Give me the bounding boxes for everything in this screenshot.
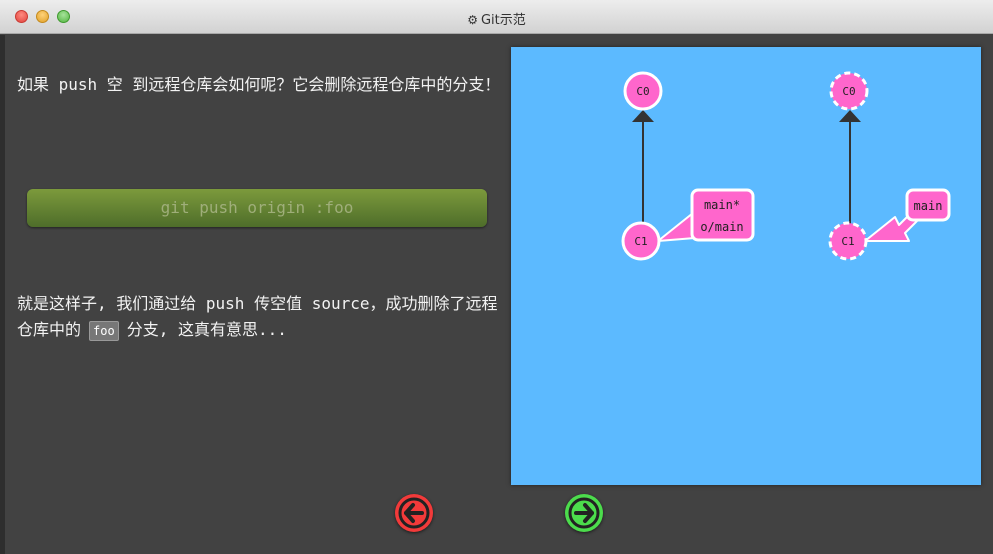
app-window: ⚙ Git示范 如果 push 空 到远程仓库会如何呢？它会删除远程仓库中的分支！… [0, 0, 993, 554]
title-bar: ⚙ Git示范 [0, 0, 993, 34]
edge-arrowhead [839, 110, 861, 122]
svg-text:C1: C1 [634, 235, 647, 248]
branch-label-remote[interactable]: main [905, 188, 951, 222]
lesson-paragraph-intro: 如果 push 空 到远程仓库会如何呢？它会删除远程仓库中的分支！ [17, 75, 501, 94]
remote-repo-graph: C0 C1 main [828, 71, 951, 261]
inline-code-branch: foo [89, 321, 119, 341]
forward-button[interactable] [565, 494, 603, 532]
lesson-paragraph-result: 就是这样子, 我们通过给 push 传空值 source，成功删除了远程仓库中的… [17, 294, 498, 341]
commit-c0-local[interactable]: C0 [623, 71, 663, 111]
edge-arrowhead [632, 110, 654, 122]
arrow-right-icon [568, 497, 600, 529]
svg-text:main: main [914, 199, 943, 213]
gear-icon: ⚙ [467, 13, 478, 27]
commit-c1-local[interactable]: C1 [621, 221, 661, 261]
svg-text:C0: C0 [842, 85, 855, 98]
commit-c0-remote[interactable]: C0 [829, 71, 869, 111]
svg-text:o/main: o/main [700, 220, 743, 234]
git-visualization: C0 C1 main* o/main C0 C1 main [511, 47, 981, 485]
lesson-content: 如果 push 空 到远程仓库会如何呢？它会删除远程仓库中的分支！ git pu… [0, 35, 993, 554]
svg-text:main*: main* [704, 198, 740, 212]
branch-label-local[interactable]: main* o/main [690, 188, 755, 242]
window-title: ⚙ Git示范 [467, 13, 526, 28]
svg-text:C0: C0 [636, 85, 649, 98]
commit-c1-remote[interactable]: C1 [828, 221, 868, 261]
local-repo-graph: C0 C1 main* o/main [621, 71, 755, 261]
arrow-left-icon [398, 497, 430, 529]
svg-text:C1: C1 [841, 235, 854, 248]
back-button[interactable] [395, 494, 433, 532]
command-button[interactable]: git push origin :foo [27, 189, 487, 227]
